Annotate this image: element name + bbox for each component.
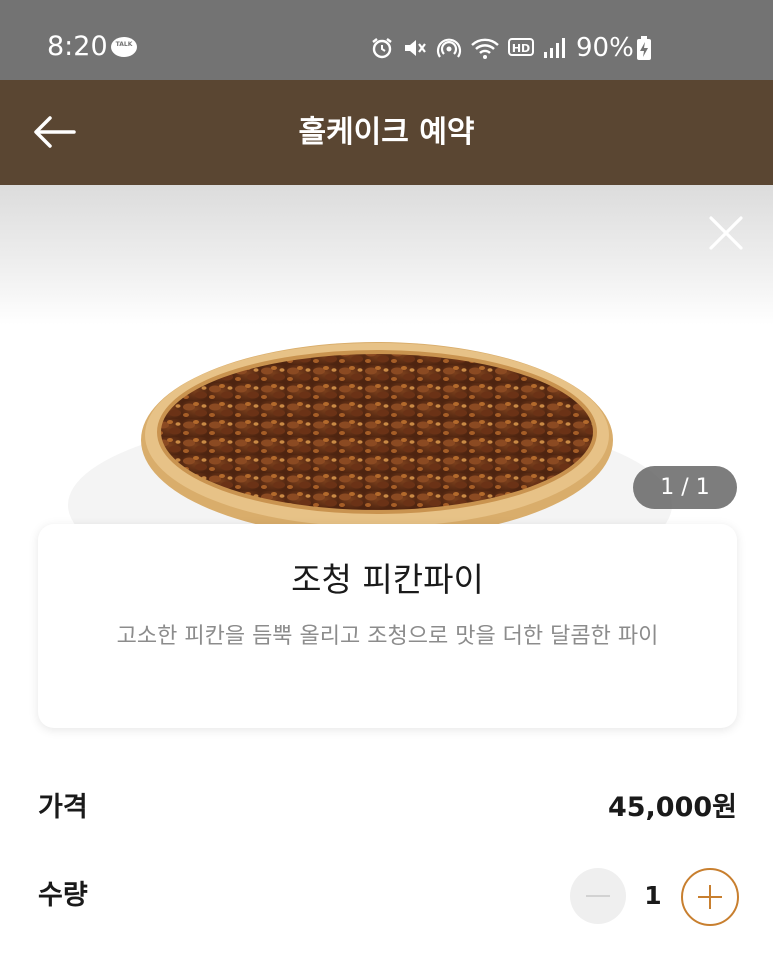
hd-voice-icon: HD [508, 38, 534, 56]
arrow-left-icon[interactable] [30, 112, 78, 152]
mute-icon [405, 40, 426, 56]
app-header: 홀케이크 예약 [0, 80, 773, 185]
increase-quantity-button[interactable] [681, 868, 739, 926]
product-description: 고소한 피칸을 듬뿍 올리고 조청으로 맛을 더한 달콤한 파이 [116, 624, 659, 649]
decrease-quantity-button[interactable] [570, 868, 626, 924]
product-info-card: 조청 피칸파이 고소한 피칸을 듬뿍 올리고 조청으로 맛을 더한 달콤한 파이 [38, 524, 737, 728]
price-value: 45,000원 [607, 792, 737, 823]
battery-charging-icon [636, 36, 651, 60]
talk-badge-text: TALK [115, 41, 133, 48]
alarm-icon [372, 38, 392, 59]
product-image-carousel[interactable]: 1 / 1 [0, 185, 773, 565]
status-icons: HD 90% [370, 33, 652, 63]
kakaotalk-icon: TALK [111, 37, 137, 57]
minus-icon [586, 895, 610, 897]
signal-icon [544, 38, 565, 58]
product-name: 조청 피칸파이 [291, 560, 484, 599]
svg-text:HD: HD [512, 42, 530, 55]
status-time: 8:20 [47, 31, 108, 62]
quantity-label: 수량 [38, 880, 88, 911]
status-bar: 8:20 TALK HD 90% [0, 0, 773, 80]
price-label: 가격 [38, 792, 88, 823]
wifi-icon [471, 38, 499, 59]
page-indicator: 1 / 1 [633, 466, 737, 509]
page-title: 홀케이크 예약 [298, 115, 475, 150]
quantity-value: 1 [644, 881, 662, 910]
battery-level: 90% [576, 33, 634, 63]
close-icon[interactable] [708, 215, 744, 251]
hotspot-icon [436, 38, 462, 58]
